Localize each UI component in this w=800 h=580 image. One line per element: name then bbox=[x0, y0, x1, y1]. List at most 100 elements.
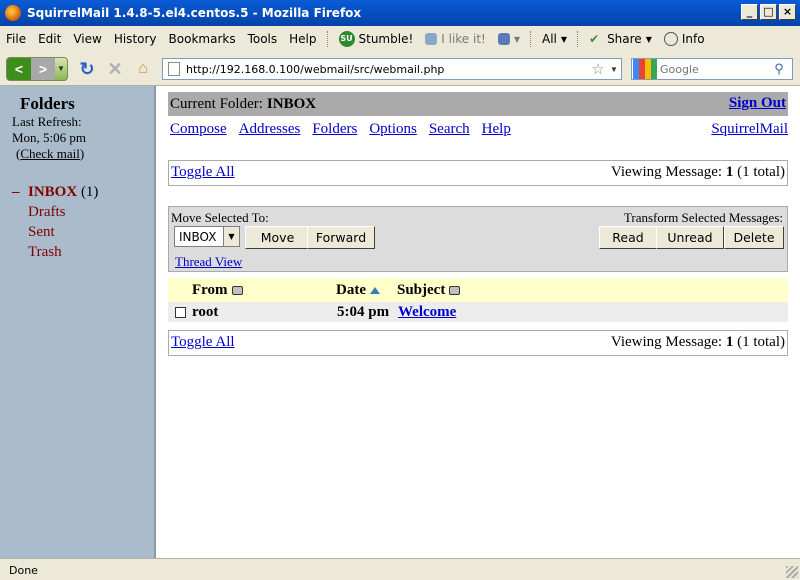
stumble-button[interactable]: SU Stumble! bbox=[333, 31, 420, 47]
stop-icon[interactable]: ✕ bbox=[106, 60, 124, 78]
folder-item-sent[interactable]: Sent bbox=[12, 222, 98, 242]
back-forward-group: < > ▼ bbox=[6, 56, 68, 81]
forward-arrow-icon[interactable]: > bbox=[31, 57, 55, 80]
message-checkbox[interactable] bbox=[175, 306, 186, 318]
column-date-label: Date bbox=[336, 281, 366, 298]
viewing-label: Viewing Message: bbox=[610, 164, 723, 180]
menu-bookmarks[interactable]: Bookmarks bbox=[163, 32, 242, 46]
folder-item-drafts[interactable]: Drafts bbox=[12, 202, 98, 222]
menu-history[interactable]: History bbox=[108, 32, 163, 46]
column-subject[interactable]: Subject bbox=[397, 282, 461, 299]
menu-view[interactable]: View bbox=[67, 32, 107, 46]
reload-icon[interactable]: ↻ bbox=[78, 60, 96, 78]
viewing-count: 1 bbox=[725, 334, 734, 350]
options-link[interactable]: Options bbox=[369, 121, 417, 138]
firefox-icon bbox=[5, 5, 21, 21]
bookmark-star-icon[interactable]: ☆ bbox=[589, 60, 607, 78]
transform-label: Transform Selected Messages: bbox=[623, 210, 783, 225]
menu-file[interactable]: File bbox=[0, 32, 32, 46]
collapse-icon[interactable]: – bbox=[12, 182, 28, 202]
delete-button[interactable]: Delete bbox=[724, 226, 784, 249]
menubar-separator bbox=[577, 31, 579, 47]
menubar-separator bbox=[326, 31, 329, 47]
stumble-label: Stumble! bbox=[358, 32, 414, 46]
viewing-label: Viewing Message: bbox=[610, 334, 723, 350]
close-button[interactable]: × bbox=[779, 4, 796, 20]
status-bar: Done bbox=[0, 558, 800, 580]
minimize-button[interactable]: _ bbox=[741, 4, 758, 20]
folder-pane: Folders Last Refresh: Mon, 5:06 pm (Chec… bbox=[0, 86, 156, 558]
chevron-down-icon: ▼ bbox=[560, 34, 568, 44]
ilike-button[interactable]: I like it! bbox=[419, 32, 492, 46]
window-titlebar: SquirrelMail 1.4.8-5.el4.centos.5 - Mozi… bbox=[0, 0, 800, 26]
viewing-count: 1 bbox=[725, 164, 734, 180]
page-content: Folders Last Refresh: Mon, 5:06 pm (Chec… bbox=[0, 86, 800, 558]
search-input[interactable] bbox=[660, 62, 770, 76]
url-text[interactable]: http://192.168.0.100/webmail/src/webmail… bbox=[186, 63, 589, 76]
viewing-message-status: Viewing Message: 1 (1 total) bbox=[611, 334, 785, 351]
sort-ascending-icon[interactable] bbox=[370, 286, 380, 294]
check-mail-link[interactable]: Check mail bbox=[20, 146, 80, 161]
speech-bubble-icon bbox=[663, 32, 678, 46]
last-refresh-label: Last Refresh: bbox=[12, 114, 82, 129]
stumbleupon-icon: SU bbox=[338, 31, 355, 47]
search-icon[interactable]: ⚲ bbox=[770, 61, 788, 77]
inbox-link[interactable]: INBOX bbox=[28, 184, 77, 200]
sign-out-link[interactable]: Sign Out bbox=[729, 95, 786, 112]
compose-link[interactable]: Compose bbox=[170, 121, 227, 138]
column-date[interactable]: Date bbox=[336, 282, 397, 299]
back-arrow-icon[interactable]: < bbox=[7, 57, 31, 80]
search-link[interactable]: Search bbox=[429, 121, 470, 138]
column-from[interactable]: From bbox=[192, 282, 336, 299]
chevron-down-icon[interactable]: ▼ bbox=[223, 227, 239, 246]
share-button[interactable]: ✔ Share ▼ bbox=[583, 32, 658, 46]
move-target-select[interactable]: INBOX ▼ bbox=[174, 226, 240, 247]
page-icon bbox=[168, 62, 180, 76]
folder-header: Current Folder: INBOX Sign Out bbox=[168, 92, 788, 116]
home-icon[interactable]: ⌂ bbox=[134, 60, 152, 78]
toggle-all-link[interactable]: Toggle All bbox=[171, 334, 235, 351]
share-icon: ✔ bbox=[589, 32, 600, 46]
menu-edit[interactable]: Edit bbox=[32, 32, 67, 46]
folders-link[interactable]: Folders bbox=[312, 121, 357, 138]
thumbs-up-icon bbox=[425, 33, 438, 45]
share-label: Share bbox=[607, 32, 642, 46]
resize-grip-icon[interactable] bbox=[786, 566, 798, 578]
move-button[interactable]: Move bbox=[245, 226, 310, 249]
url-dropdown-icon[interactable]: ▼ bbox=[607, 65, 621, 74]
message-subject-link[interactable]: Welcome bbox=[398, 304, 456, 321]
folder-item-inbox[interactable]: – INBOX (1) bbox=[12, 182, 98, 202]
top-navigation: Compose Addresses Folders Options Search… bbox=[170, 121, 511, 138]
menu-help[interactable]: Help bbox=[283, 32, 322, 46]
table-row: root 5:04 pm Welcome bbox=[168, 302, 788, 322]
unread-button[interactable]: Unread bbox=[656, 226, 724, 249]
google-icon[interactable] bbox=[633, 59, 657, 79]
forward-button[interactable]: Forward bbox=[307, 226, 375, 249]
sort-icon[interactable] bbox=[231, 285, 243, 295]
toggle-all-link[interactable]: Toggle All bbox=[171, 164, 235, 181]
read-button[interactable]: Read bbox=[599, 226, 657, 249]
history-dropdown-icon[interactable]: ▼ bbox=[55, 64, 67, 73]
move-selected-label: Move Selected To: bbox=[171, 210, 269, 225]
squirrelmail-link[interactable]: SquirrelMail bbox=[711, 121, 788, 138]
url-bar[interactable]: http://192.168.0.100/webmail/src/webmail… bbox=[162, 58, 622, 80]
maximize-button[interactable]: □ bbox=[760, 4, 777, 20]
table-header: From Date Subject bbox=[168, 278, 788, 302]
listing-header-bottom: Toggle All Viewing Message: 1 (1 total) bbox=[168, 330, 788, 356]
search-bar: ⚲ bbox=[631, 58, 793, 80]
dislike-button[interactable]: ▼ bbox=[492, 33, 526, 45]
thread-view-link[interactable]: Thread View bbox=[175, 254, 242, 270]
help-link[interactable]: Help bbox=[482, 121, 511, 138]
all-dropdown[interactable]: All ▼ bbox=[536, 32, 573, 46]
info-button[interactable]: Info bbox=[658, 32, 711, 46]
menubar-separator bbox=[530, 31, 532, 47]
viewing-message-status: Viewing Message: 1 (1 total) bbox=[611, 164, 785, 181]
current-folder-label: Current Folder: bbox=[170, 95, 263, 112]
status-text: Done bbox=[9, 564, 38, 577]
folder-list: – INBOX (1) Drafts Sent Trash bbox=[12, 182, 98, 262]
folder-item-trash[interactable]: Trash bbox=[12, 242, 98, 262]
listing-header-top: Toggle All Viewing Message: 1 (1 total) bbox=[168, 160, 788, 186]
menu-tools[interactable]: Tools bbox=[242, 32, 284, 46]
sort-icon[interactable] bbox=[449, 285, 461, 295]
addresses-link[interactable]: Addresses bbox=[239, 121, 301, 138]
